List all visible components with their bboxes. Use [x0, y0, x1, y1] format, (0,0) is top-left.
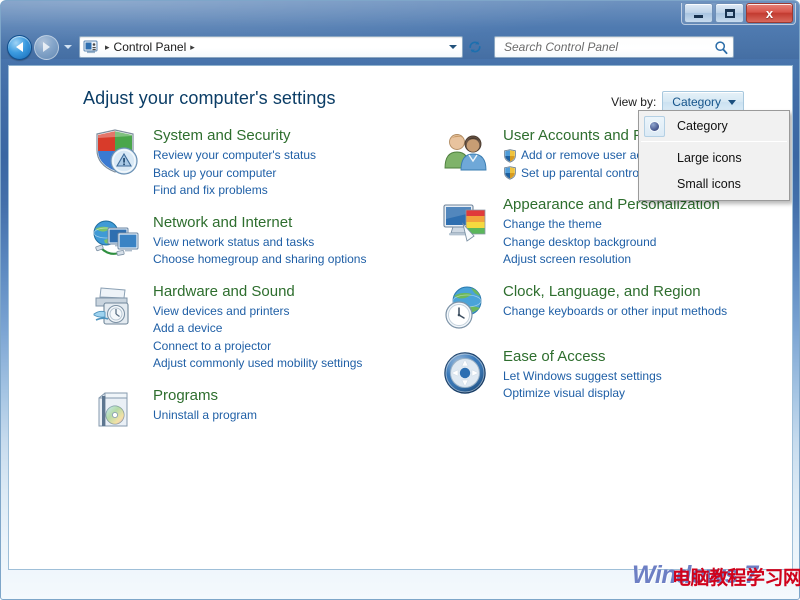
link-label: Change keyboards or other input methods — [503, 303, 728, 318]
page-title: Adjust your computer's settings — [83, 88, 336, 108]
breadcrumb-separator-2[interactable]: ▸ — [186, 42, 199, 53]
view-by-label: View by: — [611, 95, 657, 109]
category-title[interactable]: Network and Internet — [153, 213, 421, 233]
uac-shield-icon — [503, 148, 517, 163]
link-label: View devices and printers — [153, 303, 290, 318]
category-network-and-internet: Network and Internet View network status… — [91, 213, 421, 269]
search-box[interactable] — [494, 36, 734, 58]
category-programs: Programs Uninstall a program — [91, 386, 421, 438]
menu-item-category[interactable]: Category — [639, 113, 789, 139]
menu-separator — [641, 141, 787, 142]
category-link[interactable]: Add a device — [153, 320, 421, 338]
navigation-bar: ▸ Control Panel ▸ — [1, 31, 799, 63]
category-ease-of-access: Ease of Access Let Windows suggest setti… — [441, 347, 771, 403]
link-label: Connect to a projector — [153, 338, 272, 353]
menu-item-label: Category — [677, 119, 728, 133]
uac-shield-icon — [503, 166, 517, 180]
category-title[interactable]: Clock, Language, and Region — [503, 282, 771, 302]
chevron-down-icon — [64, 45, 72, 49]
category-title[interactable]: Programs — [153, 386, 421, 406]
view-by-selected-value: Category — [672, 95, 721, 109]
link-label: Uninstall a program — [153, 407, 258, 422]
address-bar[interactable]: ▸ Control Panel ▸ — [79, 36, 463, 58]
control-panel-content: Adjust your computer's settings View by:… — [8, 65, 793, 570]
category-link[interactable]: Let Windows suggest settings — [503, 368, 771, 386]
category-link[interactable]: Uninstall a program — [153, 407, 421, 425]
category-link[interactable]: Change the theme — [503, 216, 771, 234]
title-bar: x — [1, 1, 799, 31]
link-label: Choose homegroup and sharing options — [153, 252, 367, 266]
category-link[interactable]: Connect to a projector — [153, 338, 421, 356]
link-label: Adjust commonly used mobility settings — [153, 356, 363, 370]
refresh-button[interactable] — [464, 36, 485, 58]
category-link[interactable]: Review your computer's status — [153, 147, 421, 165]
arrow-left-icon — [16, 42, 23, 52]
link-label: Change desktop background — [503, 234, 657, 249]
view-by-menu[interactable]: Category Large icons Small icons — [638, 110, 790, 201]
menu-item-large-icons[interactable]: Large icons — [639, 145, 789, 171]
category-clock-language-and-region: Clock, Language, and Region Change keybo… — [441, 282, 771, 334]
category-link[interactable]: View devices and printers — [153, 303, 421, 321]
category-hardware-and-sound: Hardware and Sound View devices and prin… — [91, 282, 421, 373]
category-title[interactable]: System and Security — [153, 126, 421, 146]
chevron-down-icon — [728, 99, 736, 105]
ease-of-access-icon — [441, 349, 491, 397]
radio-selected-icon — [650, 122, 659, 131]
shield-security-icon — [91, 128, 141, 176]
category-link[interactable]: Adjust commonly used mobility settings — [153, 355, 421, 373]
caption-button-group: x — [681, 3, 796, 25]
breadcrumb-control-panel[interactable]: Control Panel — [114, 40, 187, 54]
link-label: Adjust screen resolution — [503, 252, 632, 266]
search-input[interactable] — [502, 39, 714, 55]
category-link[interactable]: Change keyboards or other input methods — [503, 303, 771, 321]
search-icon[interactable] — [714, 40, 729, 55]
category-link[interactable]: View network status and tasks — [153, 234, 421, 252]
minimize-button[interactable] — [684, 3, 713, 23]
address-dropdown-button[interactable] — [446, 38, 460, 57]
menu-item-label: Large icons — [677, 151, 742, 165]
link-label: Review your computer's status — [153, 148, 317, 162]
breadcrumb-separator-1: ▸ — [105, 41, 110, 52]
category-column-left: System and Security Review your computer… — [91, 126, 421, 451]
link-label: Find and fix problems — [153, 183, 268, 197]
category-title[interactable]: Hardware and Sound — [153, 282, 421, 302]
maximize-icon — [724, 8, 735, 18]
category-link[interactable]: Back up your computer — [153, 165, 421, 183]
recent-pages-button[interactable] — [61, 35, 75, 60]
arrow-right-icon — [43, 42, 50, 52]
user-accounts-icon — [441, 128, 491, 176]
appearance-monitor-icon — [441, 197, 491, 245]
link-label: Let Windows suggest settings — [503, 368, 662, 383]
chevron-down-icon — [449, 45, 457, 49]
minimize-icon — [694, 14, 703, 18]
close-button[interactable]: x — [746, 3, 793, 23]
category-link[interactable]: Adjust screen resolution — [503, 251, 771, 269]
back-button[interactable] — [7, 34, 32, 60]
maximize-button[interactable] — [715, 3, 744, 23]
category-link[interactable]: Optimize visual display — [503, 385, 771, 403]
printer-device-icon — [91, 284, 141, 332]
link-label: Change the theme — [503, 217, 602, 231]
menu-item-label: Small icons — [677, 177, 741, 191]
control-panel-icon — [83, 39, 99, 55]
clock-globe-icon — [441, 284, 491, 332]
link-label: Back up your computer — [153, 165, 277, 180]
category-link[interactable]: Choose homegroup and sharing options — [153, 251, 421, 269]
link-label: View network status and tasks — [153, 234, 315, 249]
link-label: Optimize visual display — [503, 386, 626, 400]
network-globe-icon — [91, 215, 141, 263]
category-link[interactable]: Change desktop background — [503, 234, 771, 252]
close-icon: x — [765, 5, 774, 21]
link-label: Add a device — [153, 321, 223, 335]
menu-item-gutter — [639, 113, 669, 139]
forward-button[interactable] — [34, 34, 59, 60]
menu-item-small-icons[interactable]: Small icons — [639, 171, 789, 197]
refresh-icon — [468, 41, 481, 53]
programs-box-icon — [91, 388, 141, 436]
control-panel-window: x ▸ Control Panel ▸ Search Control Panel… — [0, 0, 800, 600]
category-title[interactable]: Ease of Access — [503, 347, 771, 367]
category-link[interactable]: Find and fix problems — [153, 182, 421, 200]
category-system-and-security: System and Security Review your computer… — [91, 126, 421, 200]
category-appearance-and-personalization: Appearance and Personalization Change th… — [441, 195, 771, 269]
